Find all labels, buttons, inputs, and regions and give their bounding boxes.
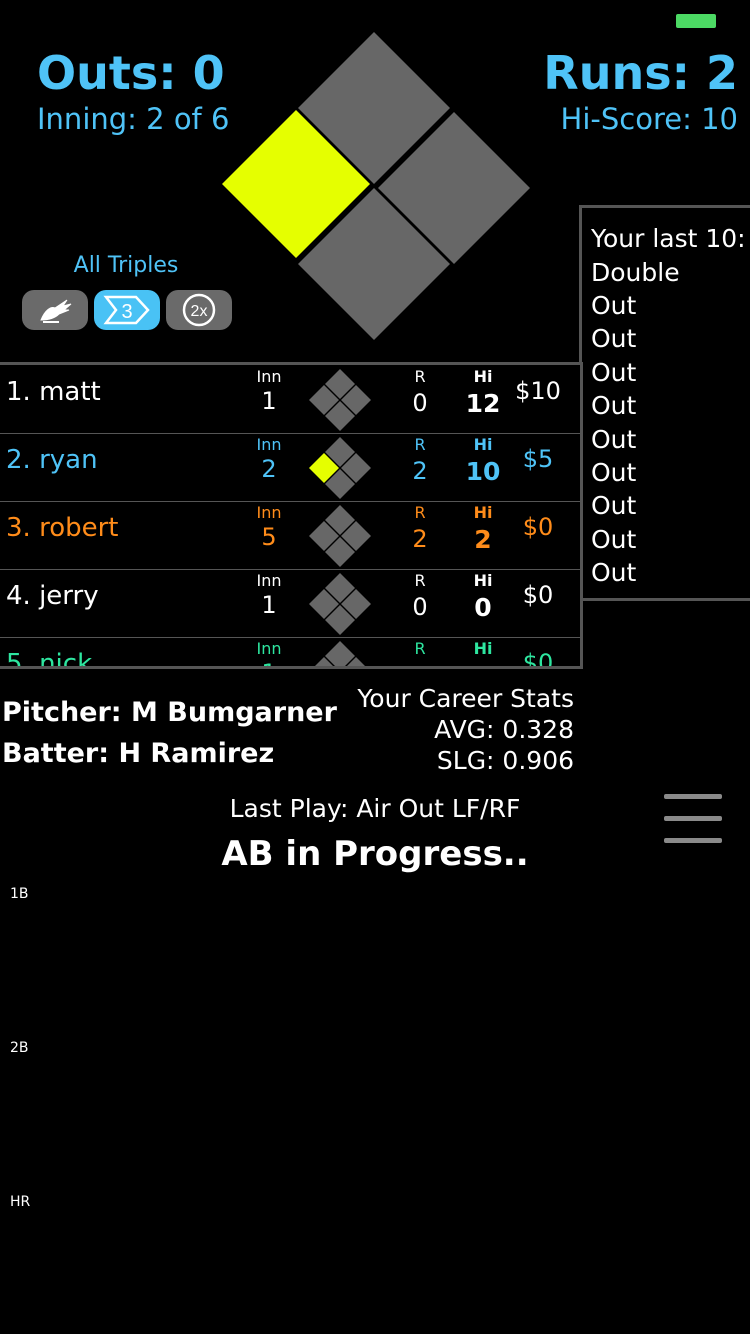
player-money: $5: [522, 445, 554, 473]
leaderboard-row[interactable]: 3. robert Inn 5 R 2 Hi 2 $0: [0, 501, 580, 570]
career-avg: AVG: 0.328: [434, 715, 574, 744]
last-10-item: Out: [591, 558, 637, 587]
player-runs: 2: [412, 525, 428, 553]
player-inning: 1: [248, 659, 290, 666]
outs-count: Outs: 0: [37, 46, 225, 100]
mini-diamond: [309, 437, 371, 499]
player-name: 5. nick: [6, 649, 93, 669]
hi-label: Hi: [473, 503, 493, 522]
runs-label: R: [414, 503, 426, 522]
last-10-title: Your last 10:: [591, 224, 746, 253]
hi-score: Hi-Score: 10: [560, 102, 738, 136]
runs-label: R: [414, 639, 426, 658]
inning-label: Inn: [256, 639, 282, 658]
hit-zone-label-hr: HR: [10, 1194, 31, 1210]
last-10-item: Out: [591, 391, 637, 420]
leaderboard-row[interactable]: 1. matt Inn 1 R 0 Hi 12 $10: [0, 365, 580, 434]
hi-label: Hi: [473, 367, 493, 386]
player-hi: 10: [465, 457, 501, 486]
last-10-item: Out: [591, 525, 637, 554]
player-name: 1. matt: [6, 377, 101, 407]
player-inning: 5: [261, 523, 277, 551]
double-mode-button[interactable]: 2x: [166, 290, 232, 330]
speed-mode-button[interactable]: [22, 290, 88, 330]
runs-label: R: [414, 367, 426, 386]
last-10-item: Out: [591, 358, 637, 387]
leaderboard-row[interactable]: 2. ryan Inn 2 R 2 Hi 10 $5: [0, 433, 580, 502]
hit-zone-label-2b: 2B: [10, 1040, 29, 1056]
last-10-item: Out: [591, 491, 637, 520]
player-runs: 2: [412, 457, 428, 485]
hit-zone-label-1b: 1B: [10, 886, 29, 902]
battery-indicator: [676, 14, 716, 28]
inning-label: Inn: [256, 367, 282, 386]
hamburger-menu-icon[interactable]: [664, 794, 724, 848]
inning-indicator: Inning: 2 of 6: [37, 102, 230, 136]
player-runs: 0: [412, 389, 428, 417]
mini-diamond: [309, 505, 371, 567]
player-inning: 1: [261, 591, 277, 619]
winged-foot-icon: [40, 299, 72, 323]
leaderboard[interactable]: 1. matt Inn 1 R 0 Hi 12 $10 2. ryan Inn 2 R 2 Hi 10 $5 3…: [0, 362, 583, 669]
player-hi: 0: [474, 593, 492, 622]
leaderboard-row[interactable]: 5. nick Inn1 R Hi $0: [0, 637, 580, 669]
mode-label: All Triples: [73, 253, 179, 278]
last-10-item: Out: [591, 458, 637, 487]
career-stats-title: Your Career Stats: [357, 684, 574, 713]
player-inning: 1: [261, 387, 277, 415]
last-10-item: Out: [591, 425, 637, 454]
career-slg: SLG: 0.906: [436, 746, 574, 775]
mini-diamond: [309, 369, 371, 431]
player-inning: 2: [261, 455, 277, 483]
player-name: 2. ryan: [6, 445, 98, 475]
career-stats: Your Career Stats AVG: 0.328 SLG: 0.906: [357, 683, 574, 776]
mini-diamond: [315, 641, 365, 666]
player-money: $0: [522, 581, 554, 609]
player-name: 3. robert: [6, 513, 119, 543]
last-10-panel: Your last 10: Double Out Out Out Out Out…: [579, 205, 750, 601]
pitcher-name: Pitcher: M Bumgarner: [2, 697, 337, 728]
svg-text:2x: 2x: [191, 303, 208, 320]
inning-label: Inn: [256, 571, 282, 590]
player-hi: 2: [474, 525, 492, 554]
player-runs: 0: [412, 593, 428, 621]
runs-label: R: [414, 435, 426, 454]
last-10-item: Out: [591, 291, 637, 320]
mini-diamond: [309, 573, 371, 635]
runs-label: R: [414, 571, 426, 590]
inning-label: Inn: [256, 435, 282, 454]
double-2x-icon: 2x: [182, 293, 216, 327]
player-name: 4. jerry: [6, 581, 99, 611]
svg-text:3: 3: [121, 301, 132, 323]
hi-label: Hi: [473, 435, 493, 454]
last-10-item: Out: [591, 324, 637, 353]
player-money: $0: [522, 649, 554, 669]
triple-arrow-icon: 3: [103, 295, 150, 325]
hi-label: Hi: [473, 571, 493, 590]
leaderboard-row[interactable]: 4. jerry Inn 1 R 0 Hi 0 $0: [0, 569, 580, 638]
triples-mode-button[interactable]: 3: [94, 290, 160, 330]
runs-count: Runs: 2: [543, 46, 738, 100]
inning-label: Inn: [256, 503, 282, 522]
hi-label: Hi: [473, 639, 493, 658]
player-money: $10: [515, 377, 561, 405]
batter-name: Batter: H Ramirez: [2, 738, 275, 769]
last-play: Last Play: Air Out LF/RF: [229, 794, 521, 823]
player-hi: 12: [465, 389, 501, 418]
last-10-item: Double: [591, 258, 680, 287]
at-bat-status: AB in Progress..: [221, 834, 529, 874]
player-money: $0: [522, 513, 554, 541]
base-diamond: [222, 32, 530, 340]
